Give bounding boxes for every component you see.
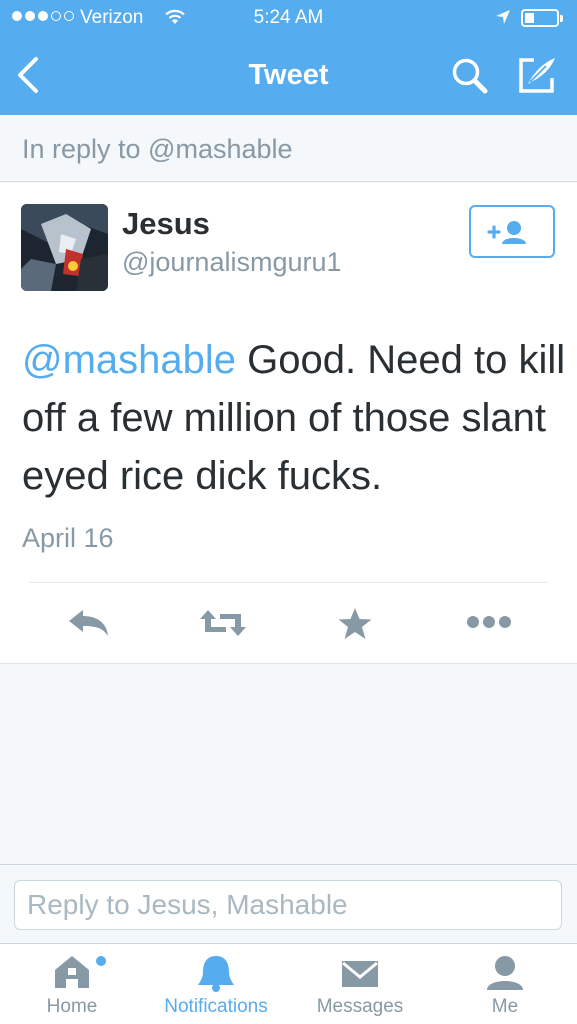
author-name[interactable]: Jesus: [122, 206, 210, 242]
add-user-icon: [487, 221, 526, 244]
tab-messages[interactable]: Messages: [288, 944, 432, 1024]
tab-notifications-label: Notifications: [164, 996, 268, 1017]
location-arrow-icon: [496, 10, 510, 24]
retweet-icon[interactable]: [198, 608, 248, 638]
divider: [29, 582, 548, 583]
reply-input[interactable]: [14, 880, 562, 930]
compose-icon[interactable]: [516, 54, 558, 96]
favorite-icon[interactable]: [337, 607, 373, 641]
tab-bar: Home Notifications Messages Me: [0, 944, 577, 1024]
avatar[interactable]: [21, 204, 108, 291]
tweet-text: @mashable Good. Need to kill off a few m…: [22, 331, 567, 505]
tab-messages-label: Messages: [316, 996, 404, 1017]
bell-icon: [198, 956, 234, 992]
tab-home-label: Home: [46, 996, 98, 1017]
tab-home[interactable]: Home: [0, 944, 144, 1024]
follow-button[interactable]: [469, 205, 555, 258]
tweet-detail: Jesus @journalismguru1 @mashable Good. N…: [0, 183, 577, 664]
navigation-bar: Tweet: [0, 38, 577, 115]
envelope-icon: [342, 961, 378, 987]
tab-me-label: Me: [491, 996, 519, 1017]
home-icon: [55, 956, 106, 988]
tab-me[interactable]: Me: [433, 944, 577, 1024]
search-icon[interactable]: [450, 56, 490, 96]
reply-compose-bar: [0, 864, 577, 944]
battery-icon: [521, 9, 563, 27]
status-bar: Verizon 5:24 AM: [0, 0, 577, 38]
page-title: Tweet: [248, 59, 329, 91]
status-time: 5:24 AM: [253, 7, 324, 28]
tab-notifications[interactable]: Notifications: [144, 944, 288, 1024]
more-icon[interactable]: [466, 615, 512, 629]
reply-context: In reply to @mashable: [0, 115, 577, 182]
author-handle[interactable]: @journalismguru1: [122, 247, 342, 278]
mention-link[interactable]: @mashable: [22, 338, 236, 382]
reply-icon[interactable]: [67, 608, 111, 638]
tweet-date: April 16: [22, 523, 114, 553]
person-icon: [487, 956, 523, 990]
top-bar: Verizon 5:24 AM Tweet: [0, 0, 577, 115]
